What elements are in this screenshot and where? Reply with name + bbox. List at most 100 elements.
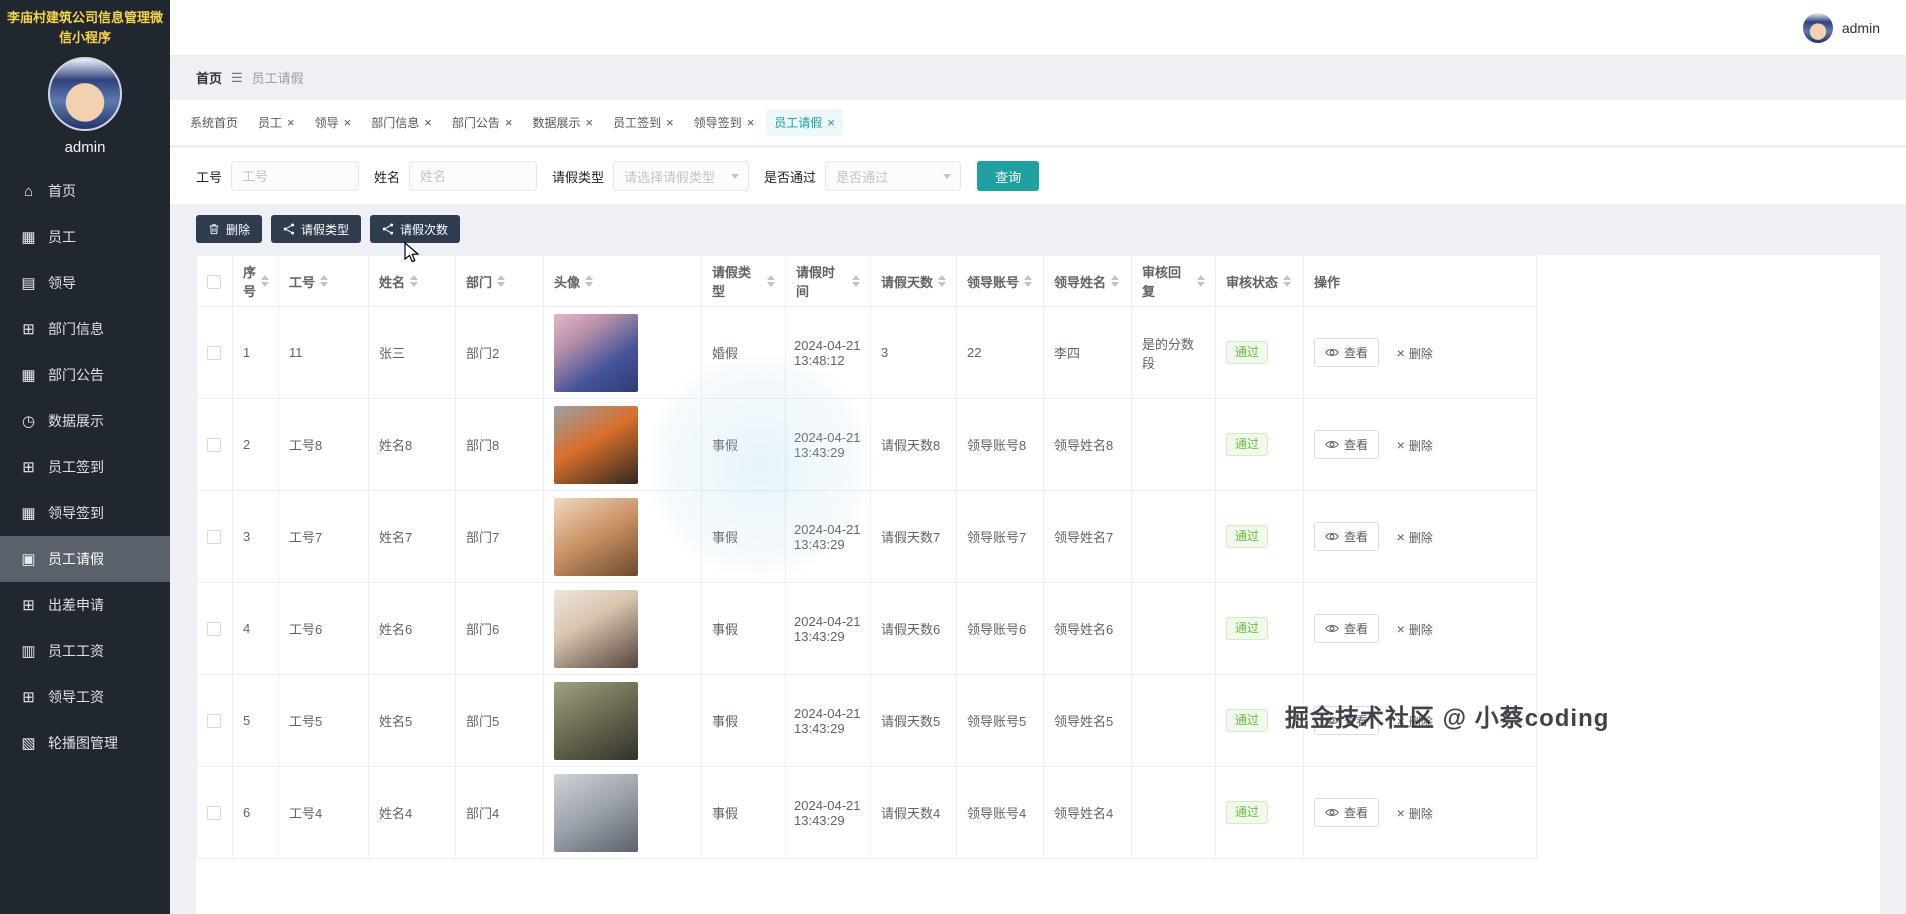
sidebar-item[interactable]: ▦ 部门公告 bbox=[0, 352, 170, 398]
view-button[interactable]: 查看 bbox=[1314, 522, 1380, 551]
employee-checkin-icon: ⊞ bbox=[22, 459, 35, 476]
sidebar-item[interactable]: ⌂ 首页 bbox=[0, 168, 170, 214]
row-checkbox[interactable] bbox=[207, 714, 221, 729]
eye-icon bbox=[1325, 349, 1339, 356]
tab-close-icon[interactable]: × bbox=[827, 116, 835, 129]
employee-photo bbox=[554, 589, 638, 668]
column-header[interactable]: 部门 bbox=[455, 255, 544, 307]
tab-bar: 系统首页 × 员工 × 领导 × 部门信息 × bbox=[170, 100, 1906, 145]
sort-carets-icon[interactable] bbox=[1197, 275, 1205, 287]
tab[interactable]: 领导签到 × bbox=[686, 109, 763, 136]
view-button[interactable]: 查看 bbox=[1314, 338, 1380, 367]
column-header[interactable]: 工号 bbox=[278, 255, 369, 307]
row-checkbox[interactable] bbox=[207, 530, 221, 545]
sidebar-item[interactable]: ◷ 数据展示 bbox=[0, 398, 170, 444]
column-header[interactable]: 请假天数 bbox=[870, 255, 957, 307]
row-delete-button[interactable]: × 删除 bbox=[1397, 713, 1433, 730]
column-header[interactable]: 请假时间 bbox=[785, 255, 871, 307]
column-header[interactable]: 操作 bbox=[1303, 255, 1537, 307]
name-input[interactable] bbox=[409, 161, 538, 191]
delete-button[interactable]: 删除 bbox=[196, 215, 263, 243]
view-button[interactable]: 查看 bbox=[1314, 706, 1380, 735]
tab[interactable]: 员工 × bbox=[250, 109, 303, 136]
column-header[interactable]: 审核状态 bbox=[1215, 255, 1304, 307]
column-header[interactable]: 领导账号 bbox=[956, 255, 1044, 307]
hamburger-icon[interactable]: ☰ bbox=[231, 70, 243, 86]
view-button-label: 查看 bbox=[1344, 806, 1369, 820]
column-header[interactable]: 审核回复 bbox=[1131, 255, 1216, 307]
table-row: 2 工号8 姓名8 部门8 事假 2024-04-21 13:43:29 请假天… bbox=[196, 398, 1537, 491]
tab[interactable]: 部门公告 × bbox=[444, 109, 521, 136]
sort-carets-icon[interactable] bbox=[320, 275, 329, 287]
tab-close-icon[interactable]: × bbox=[344, 116, 352, 129]
row-delete-button[interactable]: × 删除 bbox=[1397, 529, 1433, 546]
row-checkbox[interactable] bbox=[207, 806, 221, 821]
cell-avatar bbox=[543, 490, 702, 583]
sidebar-item-label: 领导签到 bbox=[48, 505, 104, 521]
tab[interactable]: 员工请假 × bbox=[766, 109, 843, 136]
sort-carets-icon[interactable] bbox=[497, 275, 506, 287]
jobno-input[interactable] bbox=[231, 161, 360, 191]
view-button-label: 查看 bbox=[1344, 622, 1369, 636]
sort-carets-icon[interactable] bbox=[585, 275, 594, 287]
row-checkbox[interactable] bbox=[207, 438, 221, 453]
row-delete-button[interactable]: × 删除 bbox=[1397, 621, 1433, 638]
sidebar-item[interactable]: ▤ 领导 bbox=[0, 260, 170, 306]
sidebar-item[interactable]: ▦ 领导签到 bbox=[0, 490, 170, 536]
tab-close-icon[interactable]: × bbox=[585, 116, 593, 129]
tab-close-icon[interactable]: × bbox=[505, 116, 513, 129]
row-checkbox[interactable] bbox=[207, 622, 221, 637]
view-button[interactable]: 查看 bbox=[1314, 430, 1380, 459]
tab-close-icon[interactable]: × bbox=[424, 116, 432, 129]
sort-carets-icon[interactable] bbox=[261, 275, 270, 287]
column-header[interactable]: 姓名 bbox=[368, 255, 456, 307]
row-delete-button[interactable]: × 删除 bbox=[1397, 805, 1433, 822]
leave-type-button[interactable]: 请假类型 bbox=[271, 215, 362, 243]
search-button[interactable]: 查询 bbox=[977, 161, 1040, 191]
sidebar-item[interactable]: ⊞ 出差申请 bbox=[0, 582, 170, 628]
sidebar-item[interactable]: ⊞ 员工签到 bbox=[0, 444, 170, 490]
column-header[interactable]: 请假类型 bbox=[701, 255, 786, 307]
tab-label: 领导 bbox=[314, 116, 339, 130]
tab-close-icon[interactable]: × bbox=[747, 116, 755, 129]
sort-carets-icon[interactable] bbox=[1024, 275, 1033, 287]
tab[interactable]: 员工签到 × bbox=[605, 109, 682, 136]
view-button[interactable]: 查看 bbox=[1314, 614, 1380, 643]
tab[interactable]: 领导 × bbox=[307, 109, 360, 136]
tab[interactable]: 系统首页 × bbox=[182, 109, 246, 136]
row-delete-button[interactable]: × 删除 bbox=[1397, 345, 1433, 362]
tab-close-icon[interactable]: × bbox=[287, 116, 295, 129]
tab[interactable]: 数据展示 × bbox=[524, 109, 601, 136]
view-button[interactable]: 查看 bbox=[1314, 798, 1380, 827]
header-user-menu[interactable]: admin bbox=[1802, 12, 1880, 43]
tab[interactable]: 部门信息 × bbox=[363, 109, 440, 136]
sort-carets-icon[interactable] bbox=[1111, 275, 1120, 287]
row-delete-button[interactable]: × 删除 bbox=[1397, 437, 1433, 454]
cell-checkbox bbox=[196, 306, 233, 399]
column-header[interactable]: 序号 bbox=[232, 255, 279, 307]
sort-carets-icon[interactable] bbox=[852, 275, 860, 287]
sidebar-item[interactable]: ▧ 轮播图管理 bbox=[0, 720, 170, 766]
sidebar-item[interactable]: ▦ 员工 bbox=[0, 214, 170, 260]
sidebar-item[interactable]: ⊞ 领导工资 bbox=[0, 674, 170, 720]
sidebar-item[interactable]: ▣ 员工请假 bbox=[0, 536, 170, 582]
leave-type-select[interactable]: 请选择请假类型 bbox=[613, 161, 750, 191]
sort-carets-icon[interactable] bbox=[938, 275, 946, 287]
tab-close-icon[interactable]: × bbox=[666, 116, 674, 129]
sort-carets-icon[interactable] bbox=[1283, 275, 1292, 287]
sidebar-item[interactable]: ▥ 员工工资 bbox=[0, 628, 170, 674]
leave-count-button[interactable]: 请假次数 bbox=[370, 215, 461, 243]
row-delete-label: 删除 bbox=[1408, 346, 1433, 361]
column-header[interactable]: 头像 bbox=[543, 255, 702, 307]
cell-name: 姓名8 bbox=[368, 398, 456, 491]
sidebar-item[interactable]: ⊞ 部门信息 bbox=[0, 306, 170, 352]
sort-carets-icon[interactable] bbox=[767, 275, 775, 287]
approved-select[interactable]: 是否通过 bbox=[825, 161, 962, 191]
breadcrumb-home[interactable]: 首页 bbox=[196, 68, 222, 87]
cell-leader-account: 22 bbox=[956, 306, 1044, 399]
leave-table-card: 序号 工号 姓名 部门 头像 请假类型 请假时间 请假天数 领导账号 领导姓名 … bbox=[196, 255, 1880, 914]
sort-carets-icon[interactable] bbox=[410, 275, 419, 287]
column-header[interactable]: 领导姓名 bbox=[1043, 255, 1132, 307]
select-all-checkbox[interactable] bbox=[207, 274, 221, 289]
row-checkbox[interactable] bbox=[207, 346, 221, 361]
